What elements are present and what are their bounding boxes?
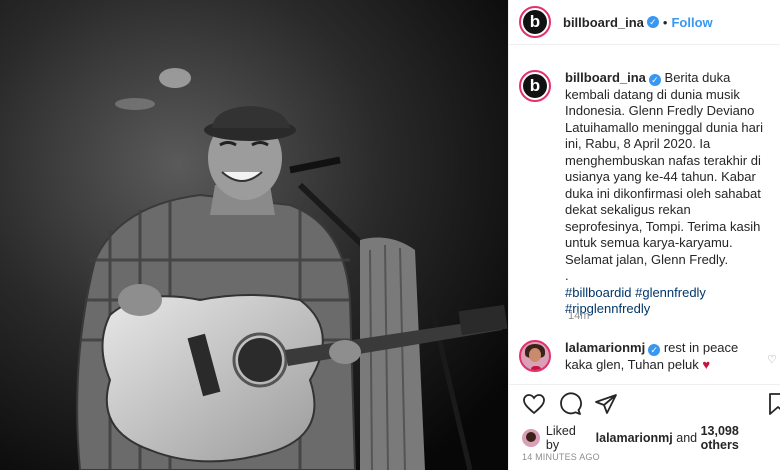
likes-user[interactable]: lalamarionmj [596,431,673,445]
heart-icon[interactable] [522,392,546,416]
post-photo[interactable] [0,0,508,470]
liker-avatar[interactable] [522,429,540,447]
likes-count[interactable]: 13,098 others [701,424,780,452]
likes-summary: Liked by lalamarionmj and 13,098 others [522,424,780,452]
share-icon[interactable] [594,392,618,416]
bookmark-icon[interactable] [768,392,780,416]
comment-icon[interactable] [558,392,582,416]
post-timestamp: 14 MINUTES AGO [522,452,600,462]
action-layer: Liked by lalamarionmj and 13,098 others … [508,0,780,470]
likes-prefix: Liked by [545,424,576,452]
likes-middle: and [676,431,698,445]
liker-avatar-hair [526,432,536,442]
action-icons [522,392,618,416]
